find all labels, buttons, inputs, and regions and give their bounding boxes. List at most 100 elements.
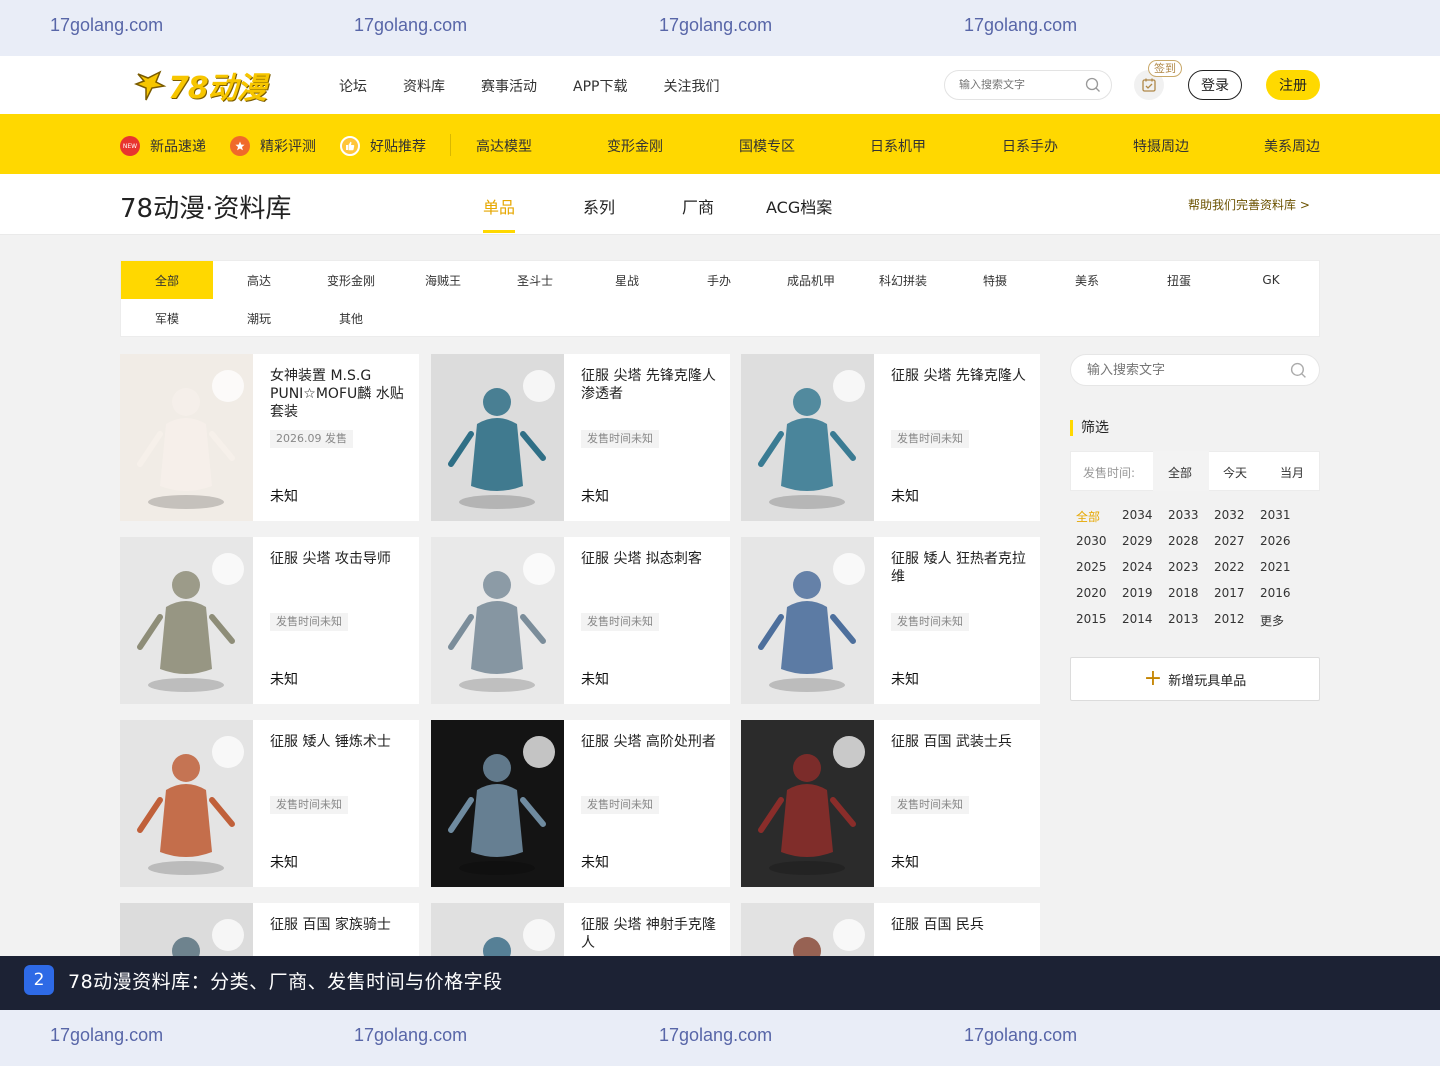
category-item[interactable]: 成品机甲	[765, 261, 857, 299]
product-card[interactable]: 征服 百国 家族骑士	[120, 903, 419, 956]
year-option[interactable]: 2025	[1076, 560, 1107, 574]
ynav-gundam[interactable]: 高达模型	[476, 136, 532, 156]
add-toy-button[interactable]: + 新增玩具单品	[1070, 657, 1320, 701]
category-item[interactable]: 扭蛋	[1133, 261, 1225, 299]
year-option[interactable]: 2031	[1260, 508, 1291, 522]
category-item[interactable]: 手办	[673, 261, 765, 299]
ynav-western[interactable]: 美系周边	[1264, 136, 1320, 156]
year-option[interactable]: 2022	[1214, 560, 1245, 574]
category-item[interactable]: 其他	[305, 299, 397, 337]
sidebar-search-input[interactable]	[1087, 362, 1287, 377]
product-image[interactable]	[741, 354, 874, 521]
year-option[interactable]: 2027	[1214, 534, 1245, 548]
product-image[interactable]	[120, 903, 253, 956]
year-option[interactable]: 2018	[1168, 586, 1199, 600]
year-option[interactable]: 2023	[1168, 560, 1199, 574]
ynav-reviews[interactable]: 精彩评测	[230, 136, 316, 156]
year-option[interactable]: 2030	[1076, 534, 1107, 548]
signin-tag[interactable]: 签到	[1148, 60, 1182, 77]
product-title[interactable]: 征服 尖塔 神射手克隆人	[581, 916, 721, 952]
product-card[interactable]: 征服 尖塔 先锋克隆人 发售时间未知 未知	[741, 354, 1040, 521]
product-title[interactable]: 征服 尖塔 攻击导师	[270, 550, 410, 568]
product-image[interactable]	[120, 720, 253, 887]
product-image[interactable]	[431, 537, 564, 704]
category-item[interactable]: 海贼王	[397, 261, 489, 299]
ynav-figures[interactable]: 日系手办	[1002, 136, 1058, 156]
product-title[interactable]: 征服 尖塔 先锋克隆人渗透者	[581, 367, 721, 403]
product-image[interactable]	[741, 537, 874, 704]
year-option[interactable]: 2034	[1122, 508, 1153, 522]
category-item[interactable]: 变形金刚	[305, 261, 397, 299]
product-title[interactable]: 女神装置 M.S.G PUNI☆MOFU麟 水贴套装	[270, 367, 410, 421]
product-card[interactable]: 征服 尖塔 高阶处刑者 发售时间未知 未知	[431, 720, 730, 887]
year-option[interactable]: 2026	[1260, 534, 1291, 548]
year-option[interactable]: 2016	[1260, 586, 1291, 600]
tab-series[interactable]: 系列	[583, 194, 615, 218]
product-card[interactable]: 征服 百国 民兵	[741, 903, 1040, 956]
category-item[interactable]: 美系	[1041, 261, 1133, 299]
year-option[interactable]: 2021	[1260, 560, 1291, 574]
login-button[interactable]: 登录	[1188, 70, 1242, 100]
year-option[interactable]: 2014	[1122, 612, 1153, 626]
product-title[interactable]: 征服 尖塔 高阶处刑者	[581, 733, 721, 751]
product-image[interactable]	[431, 354, 564, 521]
year-option[interactable]: 2028	[1168, 534, 1199, 548]
year-option[interactable]: 2017	[1214, 586, 1245, 600]
product-image[interactable]	[120, 537, 253, 704]
product-title[interactable]: 征服 尖塔 先锋克隆人	[891, 367, 1031, 385]
help-improve-link[interactable]: 帮助我们完善资料库 >	[1188, 196, 1310, 213]
category-all[interactable]: 全部	[121, 261, 213, 299]
product-card[interactable]: 征服 矮人 锤炼术士 发售时间未知 未知	[120, 720, 419, 887]
ynav-mecha[interactable]: 日系机甲	[870, 136, 926, 156]
search-icon[interactable]	[1085, 77, 1101, 97]
product-title[interactable]: 征服 尖塔 拟态刺客	[581, 550, 721, 568]
category-item[interactable]: 潮玩	[213, 299, 305, 337]
category-item[interactable]: 军模	[121, 299, 213, 337]
year-more[interactable]: 更多	[1260, 612, 1284, 629]
ynav-domestic[interactable]: 国模专区	[739, 136, 795, 156]
product-image[interactable]	[431, 903, 564, 956]
tab-items[interactable]: 单品	[483, 194, 515, 218]
nav-follow-us[interactable]: 关注我们	[663, 76, 719, 96]
time-tab-all[interactable]: 全部	[1168, 464, 1192, 481]
product-title[interactable]: 征服 百国 武装士兵	[891, 733, 1031, 751]
ynav-tokusatsu[interactable]: 特摄周边	[1133, 136, 1189, 156]
nav-events[interactable]: 赛事活动	[481, 76, 537, 96]
product-card[interactable]: 征服 尖塔 攻击导师 发售时间未知 未知	[120, 537, 419, 704]
year-option[interactable]: 2015	[1076, 612, 1107, 626]
category-item[interactable]: 科幻拼装	[857, 261, 949, 299]
year-option[interactable]: 2013	[1168, 612, 1199, 626]
year-all[interactable]: 全部	[1076, 508, 1100, 525]
year-option[interactable]: 2019	[1122, 586, 1153, 600]
category-item[interactable]: 高达	[213, 261, 305, 299]
ynav-recommended[interactable]: 好贴推荐	[340, 136, 426, 156]
year-option[interactable]: 2024	[1122, 560, 1153, 574]
time-tab-month[interactable]: 当月	[1280, 464, 1304, 481]
search-icon[interactable]	[1290, 362, 1307, 383]
nav-app-download[interactable]: APP下载	[573, 76, 627, 96]
site-logo[interactable]: 78动漫	[133, 64, 294, 106]
category-item[interactable]: 星战	[581, 261, 673, 299]
category-item[interactable]: GK	[1225, 261, 1317, 299]
product-image[interactable]	[120, 354, 253, 521]
ynav-new-arrivals[interactable]: NEW 新品速递	[120, 136, 206, 156]
product-image[interactable]	[431, 720, 564, 887]
ynav-transformers[interactable]: 变形金刚	[607, 136, 663, 156]
product-card[interactable]: 征服 尖塔 先锋克隆人渗透者 发售时间未知 未知	[431, 354, 730, 521]
product-card[interactable]: 征服 百国 武装士兵 发售时间未知 未知	[741, 720, 1040, 887]
product-image[interactable]	[741, 903, 874, 956]
nav-database[interactable]: 资料库	[403, 76, 445, 96]
product-card[interactable]: 征服 矮人 狂热者克拉维 发售时间未知 未知	[741, 537, 1040, 704]
nav-forum[interactable]: 论坛	[339, 76, 367, 96]
product-card[interactable]: 女神装置 M.S.G PUNI☆MOFU麟 水贴套装 2026.09 发售 未知	[120, 354, 419, 521]
product-title[interactable]: 征服 百国 民兵	[891, 916, 1031, 934]
year-option[interactable]: 2033	[1168, 508, 1199, 522]
year-option[interactable]: 2029	[1122, 534, 1153, 548]
year-option[interactable]: 2032	[1214, 508, 1245, 522]
tab-acg-archive[interactable]: ACG档案	[766, 194, 832, 218]
year-option[interactable]: 2012	[1214, 612, 1245, 626]
category-item[interactable]: 特摄	[949, 261, 1041, 299]
product-card[interactable]: 征服 尖塔 拟态刺客 发售时间未知 未知	[431, 537, 730, 704]
time-tab-today[interactable]: 今天	[1223, 464, 1247, 481]
product-image[interactable]	[741, 720, 874, 887]
